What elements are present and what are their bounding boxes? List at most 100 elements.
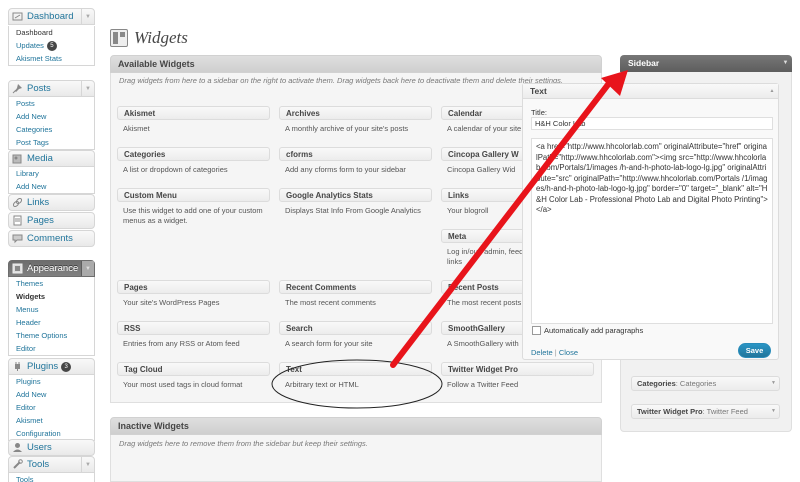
submenu-themes[interactable]: Themes xyxy=(9,277,94,290)
submenu-widgets[interactable]: Widgets xyxy=(9,290,94,303)
auto-paragraphs-checkbox[interactable] xyxy=(532,326,541,335)
menu-dashboard[interactable]: Dashboard ▼ xyxy=(8,8,95,25)
submenu-editor[interactable]: Editor xyxy=(9,342,94,355)
submenu-tools[interactable]: Tools xyxy=(9,473,94,482)
chevron-down-icon[interactable]: ▼ xyxy=(81,9,94,24)
submenu-dashboard[interactable]: Dashboard xyxy=(9,26,94,39)
widget-rss[interactable]: RSS Entries from any RSS or Atom feed xyxy=(117,321,270,349)
widget-description: A monthly archive of your site's posts xyxy=(285,124,409,133)
chevron-down-icon[interactable]: ▼ xyxy=(81,457,94,472)
menu-appearance[interactable]: Appearance ▼ xyxy=(8,260,95,277)
submenu-categories[interactable]: Categories xyxy=(9,123,94,136)
submenu-menus[interactable]: Menus xyxy=(9,303,94,316)
widget-archives[interactable]: Archives A monthly archive of your site's… xyxy=(279,106,432,134)
submenu-plugin-editor[interactable]: Editor xyxy=(9,401,94,414)
submenu-akismet-stats[interactable]: Akismet Stats xyxy=(9,52,94,65)
appearance-icon xyxy=(12,263,23,274)
submenu-updates[interactable]: Updates 5 xyxy=(9,39,94,52)
sidebar-widget-subtitle: : Twitter Feed xyxy=(702,407,748,416)
menu-tools[interactable]: Tools ▼ xyxy=(8,456,95,473)
submenu-add-new-post[interactable]: Add New xyxy=(9,110,94,123)
menu-users[interactable]: Users xyxy=(8,439,95,456)
widget-description: Your site's WordPress Pages xyxy=(123,298,220,307)
menu-links[interactable]: Links xyxy=(8,194,95,211)
plugins-count-badge: 3 xyxy=(61,361,72,372)
menu-media[interactable]: Media xyxy=(8,150,95,167)
text-widget-header[interactable]: Text ▲ xyxy=(523,84,778,99)
page-title: Widgets xyxy=(134,28,188,47)
delete-link[interactable]: Delete xyxy=(531,348,553,357)
widget-description: The most recent comments xyxy=(285,298,376,307)
widget-title[interactable]: Search xyxy=(279,321,432,335)
menu-posts[interactable]: Posts ▼ xyxy=(8,80,95,97)
updates-count-badge: 5 xyxy=(46,41,57,52)
widget-title[interactable]: Twitter Widget Pro xyxy=(441,362,594,376)
submenu-theme-options[interactable]: Theme Options xyxy=(9,329,94,342)
submenu-plugins[interactable]: Plugins xyxy=(9,375,94,388)
widget-google-analytics-stats[interactable]: Google Analytics Stats Displays Stat Info… xyxy=(279,188,432,216)
chevron-down-icon[interactable]: ▼ xyxy=(81,81,94,96)
menu-pages[interactable]: Pages xyxy=(8,212,95,229)
menu-pages-label: Pages xyxy=(27,215,54,226)
widget-title[interactable]: Text xyxy=(279,362,432,376)
submenu-add-new-media[interactable]: Add New xyxy=(9,180,94,193)
chevron-up-icon[interactable]: ▲ xyxy=(766,84,778,98)
widget-text[interactable]: Text Arbitrary text or HTML xyxy=(279,362,432,390)
widget-categories[interactable]: Categories A list or dropdown of categori… xyxy=(117,147,270,175)
menu-plugins[interactable]: Plugins 3 xyxy=(8,358,95,375)
widget-title[interactable]: cforms xyxy=(279,147,432,161)
sidebar-widget-title: Twitter Widget Pro xyxy=(637,407,703,416)
available-widgets-header[interactable]: Available Widgets xyxy=(110,55,602,73)
sidebar-widget-categories[interactable]: Categories: Categories ▼ xyxy=(631,376,780,391)
admin-menu: Dashboard ▼ Dashboard Updates 5 Akismet S… xyxy=(0,0,96,482)
widget-pages[interactable]: Pages Your site's WordPress Pages xyxy=(117,280,270,308)
widget-tag-cloud[interactable]: Tag Cloud Your most used tags in cloud fo… xyxy=(117,362,270,390)
widget-cforms[interactable]: cforms Add any cforms form to your sideba… xyxy=(279,147,432,175)
pushpin-icon xyxy=(12,83,23,94)
widget-search[interactable]: Search A search form for your site xyxy=(279,321,432,349)
submenu-add-new-plugin[interactable]: Add New xyxy=(9,388,94,401)
chevron-down-icon[interactable]: ▼ xyxy=(768,405,779,418)
widget-title[interactable]: Tag Cloud xyxy=(117,362,270,376)
sidebar-widget-twitter[interactable]: Twitter Widget Pro: Twitter Feed ▼ xyxy=(631,404,780,419)
widget-title[interactable]: RSS xyxy=(117,321,270,335)
link-icon xyxy=(12,197,23,208)
widget-description: Add any cforms form to your sidebar xyxy=(285,165,406,174)
widget-title[interactable]: Recent Comments xyxy=(279,280,432,294)
chevron-down-icon[interactable]: ▼ xyxy=(768,377,779,390)
widget-title[interactable]: Akismet xyxy=(117,106,270,120)
widget-title[interactable]: Categories xyxy=(117,147,270,161)
sidebar-widget-subtitle: : Categories xyxy=(675,379,717,388)
menu-plugins-label: Plugins xyxy=(27,361,59,372)
widget-title[interactable]: Google Analytics Stats xyxy=(279,188,432,202)
submenu-akismet[interactable]: Akismet xyxy=(9,414,94,427)
chevron-down-icon[interactable]: ▼ xyxy=(779,55,792,72)
link-separator: | xyxy=(554,348,557,357)
title-input[interactable]: H&H Color Lab xyxy=(531,117,773,130)
save-button[interactable]: Save xyxy=(738,343,771,358)
submenu-post-tags[interactable]: Post Tags xyxy=(9,136,94,149)
widget-title[interactable]: Archives xyxy=(279,106,432,120)
sidebar-header[interactable]: Sidebar ▼ xyxy=(620,55,792,72)
inactive-widgets-header[interactable]: Inactive Widgets xyxy=(110,417,602,435)
menu-comments[interactable]: Comments xyxy=(8,230,95,247)
widget-custom-menu[interactable]: Custom Menu Use this widget to add one of… xyxy=(117,188,270,226)
widget-twitter-widget-pro[interactable]: Twitter Widget Pro Follow a Twitter Feed xyxy=(441,362,594,390)
chevron-down-icon[interactable]: ▼ xyxy=(81,261,94,276)
widget-akismet[interactable]: Akismet Akismet xyxy=(117,106,270,134)
widget-title[interactable]: Pages xyxy=(117,280,270,294)
plug-icon xyxy=(12,361,23,372)
close-link[interactable]: Close xyxy=(559,348,578,357)
text-content-textarea[interactable]: <a href="http://www.hhcolorlab.com" orig… xyxy=(531,138,773,324)
submenu-header[interactable]: Header xyxy=(9,316,94,329)
submenu-posts[interactable]: Posts xyxy=(9,97,94,110)
page-header: Widgets xyxy=(110,28,188,48)
menu-links-label: Links xyxy=(27,197,50,208)
widget-description: Arbitrary text or HTML xyxy=(285,380,359,389)
widget-recent-comments[interactable]: Recent Comments The most recent comments xyxy=(279,280,432,308)
widget-description: Your most used tags in cloud format xyxy=(123,380,243,389)
menu-tools-label: Tools xyxy=(27,459,50,470)
submenu-library[interactable]: Library xyxy=(9,167,94,180)
widget-title[interactable]: Custom Menu xyxy=(117,188,270,202)
text-widget-editor: Text ▲ Title: H&H Color Lab <a href="htt… xyxy=(522,83,779,360)
